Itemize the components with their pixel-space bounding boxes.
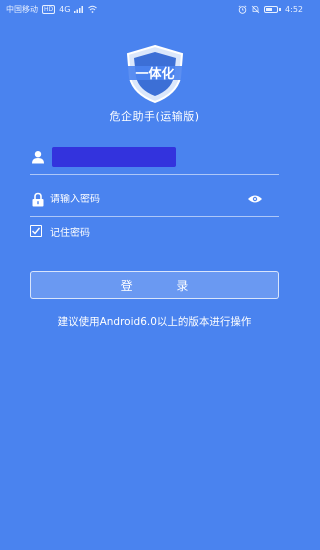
battery-icon	[264, 5, 282, 13]
remember-label: 记住密码	[50, 227, 90, 239]
battery-body	[264, 5, 279, 13]
login-button[interactable]: 登 录	[30, 271, 279, 299]
show-password-eye-icon[interactable]	[247, 193, 265, 205]
network-type: 4G	[59, 4, 71, 14]
remember-password-row[interactable]: 记住密码	[30, 222, 90, 240]
silent-icon	[251, 5, 260, 13]
password-field[interactable]	[30, 186, 279, 212]
hd-badge: HD	[42, 4, 56, 14]
wifi-icon	[88, 5, 98, 13]
user-icon	[30, 149, 46, 165]
remember-checkbox[interactable]	[30, 225, 42, 237]
app-logo-shield: 一体化	[122, 44, 188, 104]
carrier-name: 中国移动	[6, 4, 38, 14]
android-version-tip: 建议使用Android6.0以上的版本进行操作	[57, 316, 252, 328]
username-value-masked[interactable]	[52, 147, 176, 167]
lock-icon	[30, 191, 46, 207]
battery-fill	[266, 7, 273, 11]
app-title: 危企助手(运输版)	[109, 110, 200, 123]
battery-tip	[279, 7, 282, 11]
logo-text: 一体化	[135, 66, 174, 82]
status-right: 4:52	[238, 5, 303, 14]
checkmark-icon	[32, 227, 41, 235]
status-left: 中国移动 HD 4G	[6, 4, 98, 15]
signal-icon	[74, 6, 84, 13]
username-underline	[30, 174, 279, 175]
username-field[interactable]	[30, 144, 279, 170]
status-time: 4:52	[285, 4, 303, 14]
password-input[interactable]	[50, 193, 247, 205]
alarm-icon	[238, 4, 247, 14]
status-bar: 中国移动 HD 4G 4:52	[0, 0, 309, 18]
password-underline	[30, 216, 279, 217]
